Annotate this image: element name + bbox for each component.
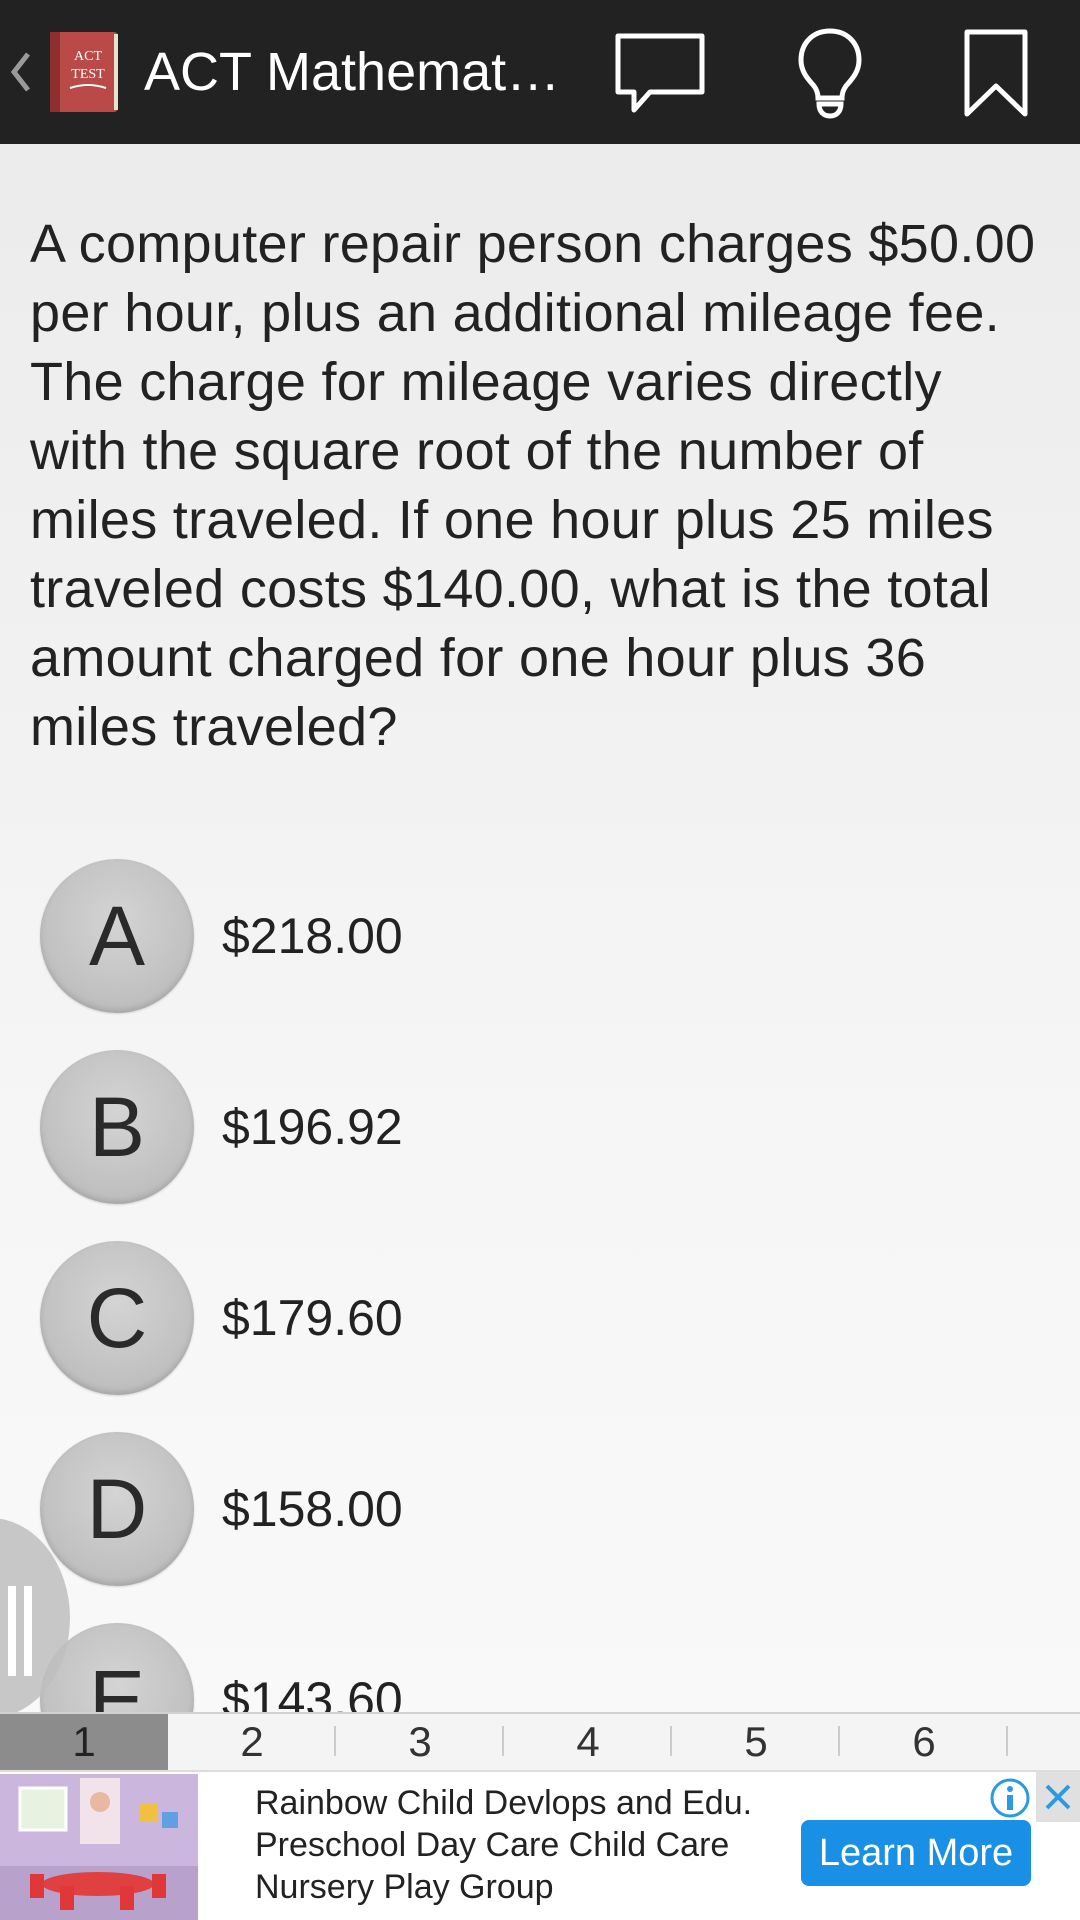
- ad-image[interactable]: [0, 1774, 198, 1920]
- answer-text: $218.00: [222, 908, 403, 964]
- app-icon-text-test: TEST: [71, 67, 105, 82]
- app-icon-text-act: ACT: [74, 49, 102, 64]
- chevron-left-icon[interactable]: [10, 42, 38, 102]
- answer-badge[interactable]: D: [40, 1432, 194, 1586]
- answer-text: $179.60: [222, 1290, 403, 1346]
- app-title: ACT Mathemat…: [144, 42, 561, 102]
- lightbulb-icon[interactable]: [780, 24, 880, 124]
- page-tab-2[interactable]: 2: [168, 1714, 336, 1770]
- action-bar: ACT TEST ACT Mathemat…: [0, 0, 1080, 144]
- answer-option-c[interactable]: C $179.60: [40, 1240, 1040, 1396]
- drawer-handle-icon: [6, 1586, 36, 1676]
- learn-more-button[interactable]: Learn More: [801, 1820, 1031, 1886]
- comment-icon[interactable]: [610, 24, 710, 124]
- answer-text: $158.00: [222, 1481, 403, 1537]
- page-tab-5[interactable]: 5: [672, 1714, 840, 1770]
- page-tab-1[interactable]: 1: [0, 1714, 168, 1770]
- answer-option-d[interactable]: D $158.00: [40, 1431, 1040, 1587]
- page-tabs: 1 2 3 4 5 6: [0, 1712, 1080, 1770]
- page-tab-3[interactable]: 3: [336, 1714, 504, 1770]
- app-icon[interactable]: ACT TEST: [46, 30, 122, 114]
- page-tab-6[interactable]: 6: [840, 1714, 1008, 1770]
- ad-info-icon[interactable]: [988, 1776, 1032, 1820]
- page-tab-4[interactable]: 4: [504, 1714, 672, 1770]
- bookmark-icon[interactable]: [946, 24, 1046, 124]
- answer-text: $196.92: [222, 1099, 403, 1155]
- answer-option-b[interactable]: B $196.92: [40, 1049, 1040, 1205]
- answer-badge[interactable]: C: [40, 1241, 194, 1395]
- answer-badge[interactable]: B: [40, 1050, 194, 1204]
- ad-close-icon[interactable]: [1036, 1772, 1080, 1822]
- answer-option-a[interactable]: A $218.00: [40, 858, 1040, 1014]
- answer-badge[interactable]: A: [40, 859, 194, 1013]
- screen: ACT TEST ACT Mathemat… A computer repair…: [0, 0, 1080, 1920]
- question-text: A computer repair person charges $50.00 …: [30, 214, 1036, 757]
- ad-text[interactable]: Rainbow Child Devlops and Edu. Preschool…: [255, 1782, 785, 1908]
- ad-banner[interactable]: Rainbow Child Devlops and Edu. Preschool…: [0, 1770, 1080, 1920]
